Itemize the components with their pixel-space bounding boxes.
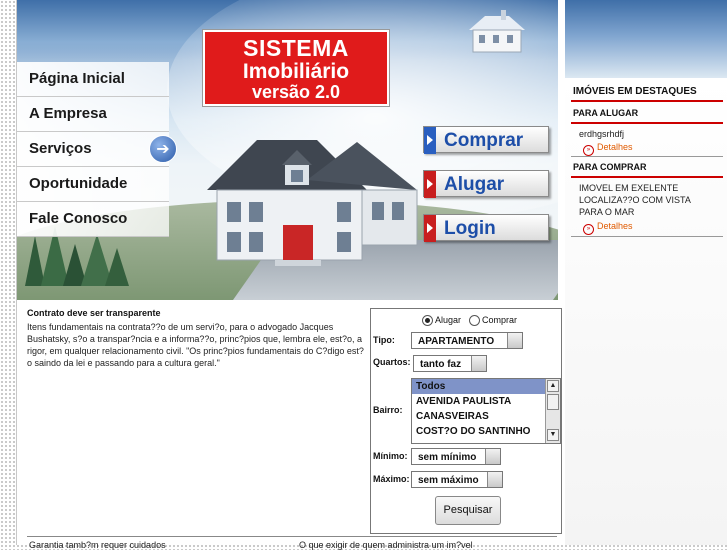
detalhes-link[interactable]: » Detalhes (583, 142, 633, 156)
login-button[interactable]: Login (423, 214, 549, 242)
chevron-down-icon (471, 356, 486, 371)
section-para-alugar: PARA ALUGAR (573, 108, 639, 118)
site-logo: SISTEMA Imobiliário versão 2.0 (203, 30, 389, 106)
alugar-button[interactable]: Alugar (423, 170, 549, 198)
divider (571, 156, 723, 157)
nav-item-oportunidade[interactable]: Oportunidade (17, 167, 169, 202)
nav-item-fale-conosco[interactable]: Fale Conosco (17, 202, 169, 237)
radio-alugar-label: Alugar (435, 315, 462, 325)
article-title[interactable]: Contrato deve ser transparente (27, 308, 367, 318)
nav-item-servicos[interactable]: Serviços (17, 132, 169, 167)
news-link-right[interactable]: O que exigir de quem administra um im?ve… (299, 540, 473, 550)
property-search-form: Alugar Comprar Tipo: APARTAMENTO Quartos… (370, 308, 562, 534)
radio-comprar-label: Comprar (482, 315, 518, 325)
news-link-left[interactable]: Garantia tamb?m requer cuidados (29, 540, 166, 550)
chevron-right-icon (424, 171, 436, 198)
header-banner: Página Inicial A Empresa Serviços Oportu… (17, 0, 558, 300)
login-label: Login (444, 218, 496, 239)
divider (571, 236, 723, 237)
comprar-item-line: LOCALIZA??O COM VISTA (579, 195, 691, 205)
comprar-item-line: PARA O MAR (579, 207, 635, 217)
scroll-thumb[interactable] (547, 394, 559, 410)
comprar-label: Comprar (444, 130, 524, 151)
sidebar-title: IMÓVEIS EM DESTAQUES (573, 86, 697, 97)
chevron-right-icon: » (583, 224, 594, 235)
chevron-down-icon (485, 449, 500, 464)
divider (571, 122, 723, 124)
section-para-comprar: PARA COMPRAR (573, 162, 647, 172)
chevron-right-icon (424, 127, 436, 154)
chevron-right-icon (424, 215, 436, 242)
maximo-select[interactable]: sem máximo (411, 471, 503, 488)
list-item[interactable]: COST?O DO SANTINHO (412, 424, 560, 439)
tipo-select-value: APARTAMENTO (418, 336, 495, 347)
scroll-down-icon[interactable]: ▼ (547, 429, 559, 441)
list-item[interactable]: Todos (412, 379, 560, 394)
quartos-select-value: tanto faz (420, 359, 462, 370)
maximo-label: Máximo: (373, 474, 410, 484)
page: Página Inicial A Empresa Serviços Oportu… (16, 0, 727, 550)
house-image (207, 140, 418, 266)
divider (27, 536, 557, 537)
article-body: Itens fundamentais na contrata??o de um … (27, 322, 364, 368)
minimo-select[interactable]: sem mínimo (411, 448, 501, 465)
logo-line-3: versão 2.0 (251, 82, 341, 102)
scroll-up-icon[interactable]: ▲ (547, 380, 559, 392)
tipo-select[interactable]: APARTAMENTO (411, 332, 523, 349)
detalhes-link[interactable]: » Detalhes (583, 221, 633, 235)
comprar-item-line: IMOVEL EM EXELENTE (579, 183, 679, 193)
logo-line-1: SISTEMA (243, 35, 349, 61)
radio-comprar[interactable] (469, 315, 480, 326)
chevron-down-icon (487, 472, 502, 487)
quartos-select[interactable]: tanto faz (413, 355, 487, 372)
logo-line-2: Imobiliário (242, 60, 350, 83)
divider (571, 100, 723, 102)
radio-alugar[interactable] (422, 315, 433, 326)
main-nav: Página Inicial A Empresa Serviços Oportu… (17, 62, 169, 237)
news-article: Contrato deve ser transparente Itens fun… (27, 308, 367, 369)
arrow-right-icon[interactable]: ➔ (149, 135, 177, 163)
comprar-button[interactable]: Comprar (423, 126, 549, 154)
chevron-down-icon (507, 333, 522, 348)
featured-sidebar: IMÓVEIS EM DESTAQUES PARA ALUGAR erdhgsr… (565, 0, 727, 545)
nav-item-a-empresa[interactable]: A Empresa (17, 97, 169, 132)
alugar-label: Alugar (444, 174, 505, 195)
list-item[interactable]: CANASVEIRAS (412, 409, 560, 424)
list-item[interactable]: AVENIDA PAULISTA (412, 394, 560, 409)
scrollbar[interactable]: ▲ ▼ (545, 379, 560, 443)
pesquisar-button[interactable]: Pesquisar (435, 496, 501, 525)
minimo-select-value: sem mínimo (418, 452, 477, 463)
quartos-label: Quartos: (373, 357, 411, 367)
detalhes-label: Detalhes (597, 142, 633, 152)
divider (571, 176, 723, 178)
detalhes-label: Detalhes (597, 221, 633, 231)
comprar-item-title[interactable]: IMOVEL EM EXELENTE LOCALIZA??O COM VISTA… (579, 182, 691, 218)
sidebar-header-bg (565, 0, 727, 78)
alugar-item-title[interactable]: erdhgsrhdfj (579, 128, 624, 140)
bairro-label: Bairro: (373, 405, 403, 415)
nav-item-pagina-inicial[interactable]: Página Inicial (17, 62, 169, 97)
bairro-listbox[interactable]: Todos AVENIDA PAULISTA CANASVEIRAS COST?… (411, 378, 561, 444)
distant-house-image (469, 10, 525, 53)
chevron-right-icon: » (583, 145, 594, 156)
minimo-label: Mínimo: (373, 451, 408, 461)
tipo-label: Tipo: (373, 335, 395, 345)
maximo-select-value: sem máximo (418, 475, 479, 486)
